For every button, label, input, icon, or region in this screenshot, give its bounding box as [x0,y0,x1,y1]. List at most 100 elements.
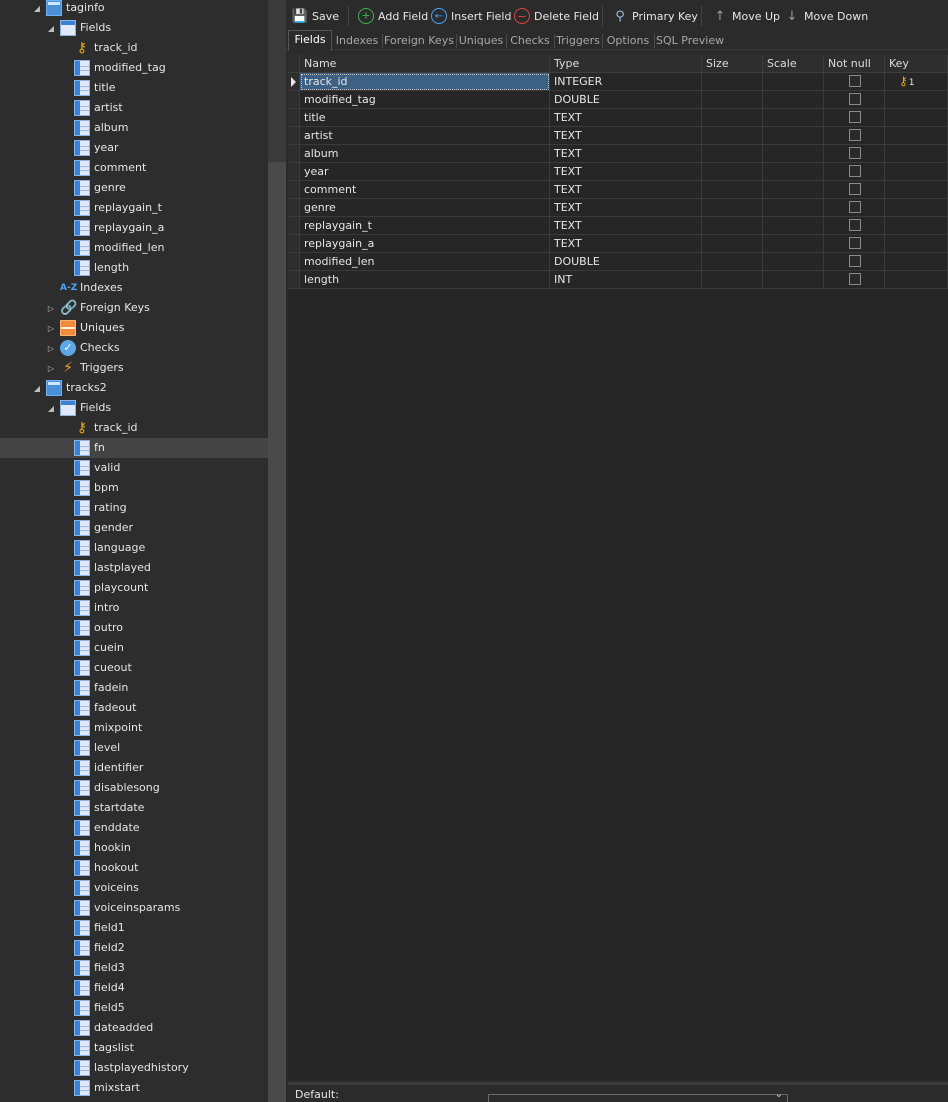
size-cell[interactable] [702,73,763,91]
key-cell[interactable] [885,91,948,109]
tree-node-mixstart[interactable]: mixstart [0,1078,268,1098]
tree-node-startdate[interactable]: startdate [0,798,268,818]
table-row[interactable]: comment TEXT [288,181,948,199]
row-header[interactable] [288,235,300,253]
primary-key-button[interactable]: ⚲ Primary Key [612,6,698,26]
type-cell[interactable]: DOUBLE [550,253,702,271]
tree-node-year[interactable]: year [0,138,268,158]
default-value-combo[interactable] [488,1089,788,1102]
table-row[interactable]: replaygain_a TEXT [288,235,948,253]
tree-node-outro[interactable]: outro [0,618,268,638]
table-row[interactable]: genre TEXT [288,199,948,217]
tree-scrollbar-thumb[interactable] [268,0,286,162]
tree-node-checks[interactable]: ▷ ✓ Checks [0,338,268,358]
key-cell[interactable] [885,235,948,253]
expand-icon[interactable]: ▷ [46,303,56,313]
tree-node-intro[interactable]: intro [0,598,268,618]
not-null-cell[interactable] [824,127,885,145]
type-cell[interactable]: INTEGER [550,73,702,91]
not-null-checkbox[interactable] [849,129,861,141]
size-cell[interactable] [702,163,763,181]
tree-node-genre[interactable]: genre [0,178,268,198]
tree-node-field2[interactable]: field2 [0,938,268,958]
table-row[interactable]: replaygain_t TEXT [288,217,948,235]
tree-node-album[interactable]: album [0,118,268,138]
name-cell[interactable]: replaygain_a [300,235,550,253]
tree-node-fadeout[interactable]: fadeout [0,698,268,718]
key-cell[interactable] [885,217,948,235]
tree-node-fields[interactable]: ◢ Fields [0,398,268,418]
expand-icon[interactable]: ▷ [46,363,56,373]
not-null-cell[interactable] [824,217,885,235]
tree-scrollbar-track[interactable] [268,162,286,1102]
name-cell[interactable]: genre [300,199,550,217]
name-cell[interactable]: title [300,109,550,127]
tree-node-valid[interactable]: valid [0,458,268,478]
name-cell[interactable]: year [300,163,550,181]
tree-node-fn[interactable]: fn [0,438,268,458]
row-header[interactable] [288,145,300,163]
tree-node-lastplayed[interactable]: lastplayed [0,558,268,578]
expand-icon[interactable]: ▷ [46,323,56,333]
not-null-checkbox[interactable] [849,183,861,195]
size-cell[interactable] [702,127,763,145]
not-null-checkbox[interactable] [849,111,861,123]
type-cell[interactable]: TEXT [550,145,702,163]
move-up-button[interactable]: ↑ Move Up [712,6,780,26]
type-cell[interactable]: DOUBLE [550,91,702,109]
name-cell[interactable]: modified_tag [300,91,550,109]
row-header[interactable] [288,253,300,271]
tree-node-rating[interactable]: rating [0,498,268,518]
table-row[interactable]: year TEXT [288,163,948,181]
not-null-cell[interactable] [824,163,885,181]
tree-node-lastplayedhistory[interactable]: lastplayedhistory [0,1058,268,1078]
scale-cell[interactable] [763,217,824,235]
tree-node-replaygain-a[interactable]: replaygain_a [0,218,268,238]
tree-scrollbar[interactable] [268,0,286,1102]
type-cell[interactable]: TEXT [550,181,702,199]
not-null-cell[interactable] [824,271,885,289]
tree-node-triggers[interactable]: ▷ ⚡ Triggers [0,358,268,378]
collapse-icon[interactable]: ◢ [46,403,56,413]
row-header[interactable] [288,271,300,289]
key-cell[interactable] [885,109,948,127]
key-cell[interactable] [885,199,948,217]
tab-triggers[interactable]: Triggers [556,32,600,50]
row-header[interactable] [288,109,300,127]
size-cell[interactable] [702,271,763,289]
scale-cell[interactable] [763,235,824,253]
type-cell[interactable]: TEXT [550,235,702,253]
tab-options[interactable]: Options [604,32,652,50]
tab-sql-preview[interactable]: SQL Preview [656,32,724,50]
not-null-checkbox[interactable] [849,75,861,87]
tree-node-disablesong[interactable]: disablesong [0,778,268,798]
type-cell[interactable]: TEXT [550,217,702,235]
scale-cell[interactable] [763,271,824,289]
type-cell[interactable]: TEXT [550,109,702,127]
tree-node-tracks2[interactable]: ◢ tracks2 [0,378,268,398]
tree-node-foreign-keys[interactable]: ▷ 🔗 Foreign Keys [0,298,268,318]
not-null-cell[interactable] [824,235,885,253]
move-down-button[interactable]: ↓ Move Down [784,6,869,26]
column-header-key[interactable]: Key [885,55,948,73]
size-cell[interactable] [702,199,763,217]
row-header[interactable] [288,217,300,235]
not-null-checkbox[interactable] [849,237,861,249]
add-field-button[interactable]: + Add Field [358,6,428,26]
tree-node-cuein[interactable]: cuein [0,638,268,658]
size-cell[interactable] [702,109,763,127]
expand-icon[interactable]: ▷ [46,343,56,353]
table-row[interactable]: title TEXT [288,109,948,127]
tab-fields[interactable]: Fields [288,30,332,51]
tree-node-title[interactable]: title [0,78,268,98]
tree-node-track-id[interactable]: ⚷ track_id [0,38,268,58]
save-button[interactable]: 💾 Save [292,6,339,26]
delete-field-button[interactable]: − Delete Field [514,6,599,26]
tree-node-voiceinsparams[interactable]: voiceinsparams [0,898,268,918]
size-cell[interactable] [702,91,763,109]
tree-node-hookout[interactable]: hookout [0,858,268,878]
table-row[interactable]: length INT [288,271,948,289]
not-null-cell[interactable] [824,253,885,271]
name-cell[interactable]: replaygain_t [300,217,550,235]
scale-cell[interactable] [763,199,824,217]
